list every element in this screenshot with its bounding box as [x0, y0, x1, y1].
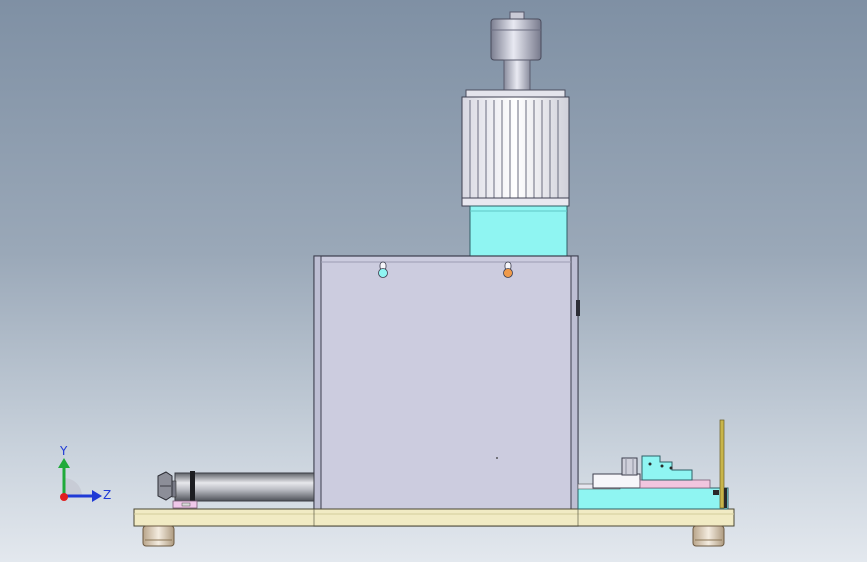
- base-plate: [133, 508, 735, 527]
- foot-right: [692, 525, 725, 547]
- z-axis-arrow: [92, 490, 102, 502]
- coordinate-triad: Y Z: [58, 444, 111, 502]
- y-axis-label: Y: [59, 444, 68, 458]
- motor-top-cap: [490, 11, 542, 61]
- gearbox-block: [469, 205, 568, 257]
- graphics-viewport[interactable]: Y Z: [0, 0, 867, 562]
- motor-shaft: [503, 59, 531, 91]
- motor-body: [461, 89, 570, 207]
- z-axis-label: Z: [103, 488, 111, 502]
- right-fixture: [577, 419, 729, 510]
- air-cylinder: [157, 471, 315, 509]
- triad-origin: [60, 493, 68, 501]
- y-axis-arrow: [58, 458, 70, 468]
- keyhole-slot-right: [503, 261, 513, 278]
- triad-arc: [64, 478, 82, 496]
- foot-left: [142, 525, 175, 547]
- main-housing: [313, 255, 580, 527]
- keyhole-slot-left: [378, 261, 388, 278]
- cad-model-view[interactable]: Y Z: [0, 0, 867, 562]
